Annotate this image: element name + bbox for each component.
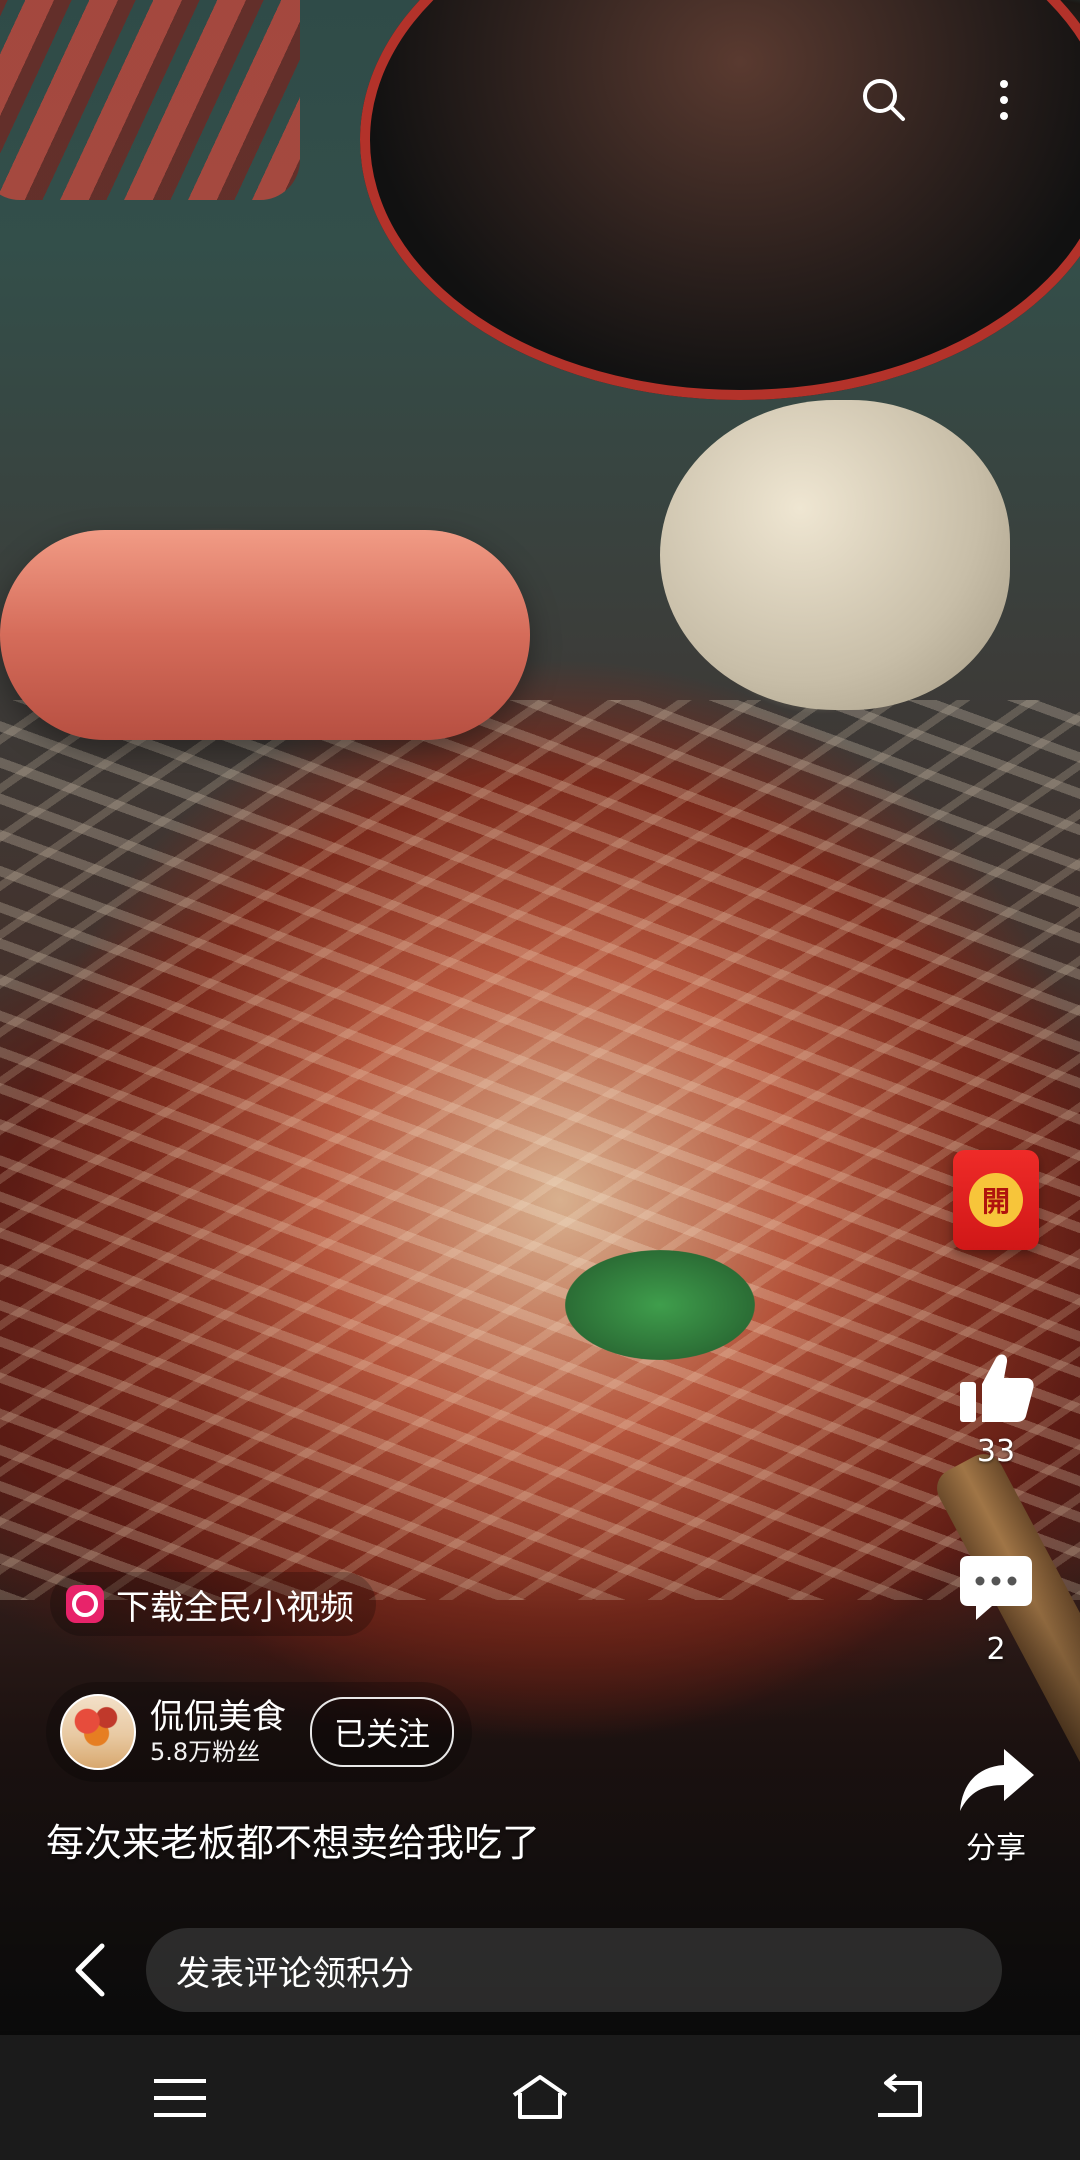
author-card[interactable]: 侃侃美食 5.8万粉丝 已关注 <box>46 1682 473 1782</box>
comment-bubble-icon <box>960 1556 1032 1620</box>
download-app-label: 下载全民小视频 <box>116 1587 354 1628</box>
system-navigation-bar <box>0 2035 1080 2160</box>
app-logo-icon <box>66 1585 104 1623</box>
menu-icon <box>154 2078 206 2117</box>
chevron-left-icon <box>75 1943 105 1997</box>
video-sausages <box>0 0 300 200</box>
search-icon <box>863 79 905 121</box>
redpack-coin: 開 <box>969 1173 1023 1227</box>
more-vertical-icon <box>1000 80 1008 120</box>
download-app-banner[interactable]: 下载全民小视频 <box>50 1572 376 1636</box>
video-greens <box>565 1250 755 1360</box>
video-egg <box>660 400 1010 710</box>
video-bowl <box>360 0 1080 400</box>
nav-home-button[interactable] <box>485 2058 595 2138</box>
more-button[interactable] <box>976 72 1032 128</box>
comment-button[interactable]: 2 <box>948 1552 1044 1667</box>
video-sausage <box>0 530 530 740</box>
home-icon <box>512 2074 568 2119</box>
share-button[interactable]: 分享 <box>948 1745 1044 1867</box>
comment-bar: 发表评论领积分 <box>0 1905 1080 2035</box>
nav-back-button[interactable] <box>845 2058 955 2138</box>
like-count: 33 <box>976 1434 1016 1469</box>
share-arrow-icon <box>960 1749 1034 1811</box>
avatar[interactable] <box>60 1694 136 1770</box>
video-noodles <box>0 700 1080 1600</box>
author-name[interactable]: 侃侃美食 <box>150 1697 286 1737</box>
author-meta: 侃侃美食 5.8万粉丝 <box>150 1697 286 1767</box>
redpack-button[interactable]: 開 <box>948 1150 1044 1250</box>
comment-count: 2 <box>986 1632 1006 1667</box>
search-button[interactable] <box>856 72 912 128</box>
nav-menu-button[interactable] <box>125 2058 235 2138</box>
follow-button[interactable]: 已关注 <box>310 1697 455 1767</box>
redpack-icon: 開 <box>953 1150 1039 1250</box>
share-label: 分享 <box>966 1831 1026 1866</box>
thumbs-up-icon <box>960 1354 1034 1422</box>
back-icon <box>878 2072 922 2117</box>
video-caption: 每次来老板都不想卖给我吃了 <box>46 1821 541 1865</box>
back-button[interactable] <box>50 1930 130 2010</box>
author-fans-count: 5.8万粉丝 <box>150 1738 261 1766</box>
like-button[interactable]: 33 <box>948 1350 1044 1469</box>
top-bar <box>856 72 1032 128</box>
comment-input[interactable]: 发表评论领积分 <box>146 1928 1002 2012</box>
